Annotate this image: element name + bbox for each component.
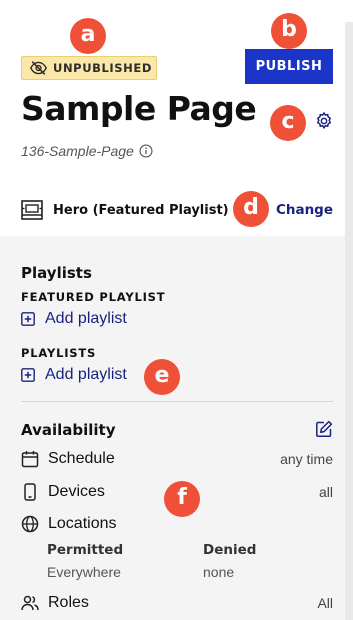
users-icon (21, 595, 39, 611)
status-badge: UNPUBLISHED (21, 56, 157, 80)
eye-off-icon (30, 61, 47, 75)
plus-square-icon (21, 368, 35, 382)
roles-label: Roles (48, 594, 89, 611)
globe-icon (21, 515, 39, 533)
layout-icon (21, 200, 43, 220)
devices-label: Devices (48, 483, 105, 500)
gear-icon[interactable] (314, 111, 334, 131)
locations-label: Locations (48, 515, 117, 532)
permitted-value: Everywhere (47, 564, 121, 580)
callout-marker-d: d (233, 191, 269, 227)
page-slug-text: 136-Sample-Page (21, 143, 134, 159)
schedule-row[interactable]: Schedule any time (21, 450, 333, 468)
add-featured-playlist-label: Add playlist (45, 310, 127, 327)
callout-marker-b: b (271, 13, 307, 49)
template-row: Hero (Featured Playlist) Change (21, 198, 333, 222)
change-template-link[interactable]: Change (276, 202, 333, 218)
permitted-header: Permitted (47, 542, 124, 558)
template-name: Hero (Featured Playlist) (53, 202, 229, 218)
roles-row[interactable]: Roles All (21, 594, 333, 612)
playlists-caption: PLAYLISTS (21, 346, 97, 360)
locations-row[interactable]: Locations (21, 515, 333, 533)
edit-icon[interactable] (315, 420, 333, 438)
plus-square-icon (21, 312, 35, 326)
roles-value: All (317, 595, 333, 611)
publish-button[interactable]: PUBLISH (245, 49, 333, 84)
section-divider (21, 401, 333, 402)
callout-marker-f: f (164, 481, 200, 517)
device-icon (24, 483, 36, 501)
availability-heading: Availability (21, 421, 116, 439)
page-title: Sample Page (21, 89, 257, 128)
denied-header: Denied (203, 542, 257, 558)
featured-playlist-caption: FEATURED PLAYLIST (21, 290, 166, 304)
status-badge-label: UNPUBLISHED (53, 61, 153, 75)
denied-value: none (203, 564, 235, 580)
callout-marker-a: a (70, 18, 106, 54)
page-slug: 136-Sample-Page (21, 143, 153, 159)
add-playlist-button[interactable]: Add playlist (21, 366, 127, 384)
info-icon[interactable] (139, 144, 153, 158)
callout-marker-c: c (270, 105, 306, 141)
scrollbar-track[interactable] (345, 22, 353, 620)
schedule-label: Schedule (48, 450, 115, 467)
schedule-value: any time (280, 451, 333, 467)
devices-value: all (318, 484, 333, 500)
calendar-icon (21, 451, 39, 468)
callout-marker-e: e (144, 359, 180, 395)
playlists-heading: Playlists (21, 264, 92, 282)
add-playlist-label: Add playlist (45, 366, 127, 383)
add-featured-playlist-button[interactable]: Add playlist (21, 310, 127, 328)
